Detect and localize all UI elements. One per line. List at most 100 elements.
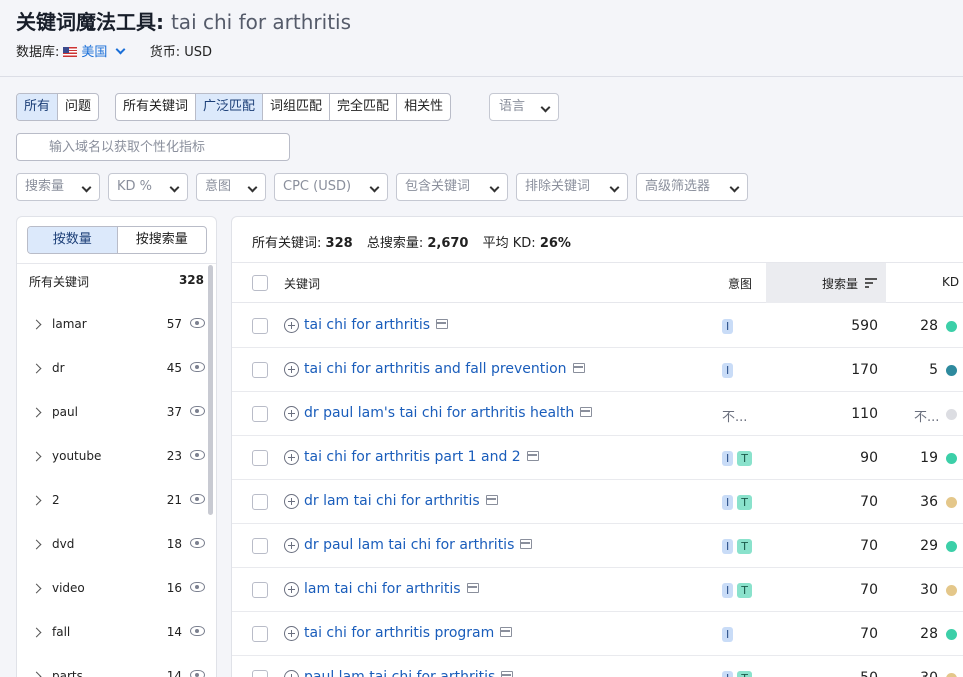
serp-features-icon[interactable] xyxy=(580,407,593,417)
intent-badge[interactable]: I xyxy=(722,671,734,677)
sort-desc-icon[interactable] xyxy=(865,278,877,288)
header-keyword[interactable]: 关键词 xyxy=(284,275,320,292)
domain-input[interactable] xyxy=(16,133,290,161)
keyword-link[interactable]: tai chi for arthritis xyxy=(304,317,449,333)
keyword-link[interactable]: paul lam tai chi for arthritis xyxy=(304,669,514,677)
filter-exclude-keywords[interactable]: 排除关键词 xyxy=(516,173,628,201)
filter-include-keywords[interactable]: 包含关键词 xyxy=(396,173,508,201)
add-to-list-icon[interactable] xyxy=(284,406,299,421)
chevron-right-icon[interactable] xyxy=(31,319,42,330)
keyword-text[interactable]: tai chi for arthritis part 1 and 2 xyxy=(304,449,521,465)
group-item-2[interactable]: 2 21 xyxy=(29,491,209,511)
group-item-dr[interactable]: dr 45 xyxy=(29,359,209,379)
keyword-link[interactable]: dr paul lam's tai chi for arthritis heal… xyxy=(304,405,593,421)
chevron-right-icon[interactable] xyxy=(31,363,42,374)
eye-icon[interactable] xyxy=(190,362,205,372)
eye-icon[interactable] xyxy=(190,318,205,328)
serp-features-icon[interactable] xyxy=(436,319,449,329)
eye-icon[interactable] xyxy=(190,406,205,416)
serp-features-icon[interactable] xyxy=(520,539,533,549)
intent-badge[interactable]: I xyxy=(722,319,734,334)
intent-badge[interactable]: I xyxy=(722,495,734,510)
keyword-text[interactable]: dr paul lam tai chi for arthritis xyxy=(304,537,514,553)
keyword-text[interactable]: tai chi for arthritis program xyxy=(304,625,494,641)
database-value[interactable]: 美国 xyxy=(81,45,107,60)
intent-badge[interactable]: T xyxy=(737,539,752,554)
eye-icon[interactable] xyxy=(190,670,205,677)
keyword-text[interactable]: tai chi for arthritis xyxy=(304,317,430,333)
chevron-right-icon[interactable] xyxy=(31,583,42,594)
serp-features-icon[interactable] xyxy=(485,495,498,505)
keyword-link[interactable]: tai chi for arthritis and fall preventio… xyxy=(304,361,585,377)
filter-kd[interactable]: KD % xyxy=(108,173,188,201)
eye-icon[interactable] xyxy=(190,450,205,460)
sidebar-scrollbar[interactable] xyxy=(208,265,213,515)
keyword-link[interactable]: lam tai chi for arthritis xyxy=(304,581,479,597)
add-to-list-icon[interactable] xyxy=(284,362,299,377)
add-to-list-icon[interactable] xyxy=(284,582,299,597)
keyword-text[interactable]: paul lam tai chi for arthritis xyxy=(304,669,495,677)
sort-by-count[interactable]: 按数量 xyxy=(28,227,118,253)
intent-badge[interactable]: T xyxy=(737,451,752,466)
keyword-text[interactable]: dr paul lam's tai chi for arthritis heal… xyxy=(304,405,574,421)
row-checkbox[interactable] xyxy=(252,450,268,466)
chevron-right-icon[interactable] xyxy=(31,671,42,677)
serp-features-icon[interactable] xyxy=(572,363,585,373)
sort-by-volume[interactable]: 按搜索量 xyxy=(118,227,207,253)
row-checkbox[interactable] xyxy=(252,406,268,422)
add-to-list-icon[interactable] xyxy=(284,494,299,509)
tab-phrase-match[interactable]: 词组匹配 xyxy=(263,94,331,120)
intent-badge[interactable]: T xyxy=(737,671,752,677)
eye-icon[interactable] xyxy=(190,538,205,548)
group-item-youtube[interactable]: youtube 23 xyxy=(29,447,209,467)
all-keywords-group[interactable]: 所有关键词 328 xyxy=(29,273,204,290)
intent-badge[interactable]: I xyxy=(722,539,734,554)
group-item-paul[interactable]: paul 37 xyxy=(29,403,209,423)
eye-icon[interactable] xyxy=(190,626,205,636)
row-checkbox[interactable] xyxy=(252,538,268,554)
chevron-right-icon[interactable] xyxy=(31,407,42,418)
database-selector[interactable]: 美国 xyxy=(81,44,125,60)
tab-related[interactable]: 相关性 xyxy=(397,94,450,120)
filter-cpc[interactable]: CPC (USD) xyxy=(274,173,388,201)
keyword-text[interactable]: dr lam tai chi for arthritis xyxy=(304,493,480,509)
filter-volume[interactable]: 搜索量 xyxy=(16,173,100,201)
keyword-text[interactable]: tai chi for arthritis and fall preventio… xyxy=(304,361,567,377)
select-all-checkbox[interactable] xyxy=(252,275,268,291)
group-item-dvd[interactable]: dvd 18 xyxy=(29,535,209,555)
row-checkbox[interactable] xyxy=(252,626,268,642)
group-item-lamar[interactable]: lamar 57 xyxy=(29,315,209,335)
eye-icon[interactable] xyxy=(190,494,205,504)
add-to-list-icon[interactable] xyxy=(284,450,299,465)
filter-intent[interactable]: 意图 xyxy=(196,173,266,201)
row-checkbox[interactable] xyxy=(252,494,268,510)
intent-badge[interactable]: I xyxy=(722,363,734,378)
group-item-video[interactable]: video 16 xyxy=(29,579,209,599)
chevron-right-icon[interactable] xyxy=(31,627,42,638)
chevron-right-icon[interactable] xyxy=(31,495,42,506)
tab-all-keywords[interactable]: 所有关键词 xyxy=(116,94,197,120)
add-to-list-icon[interactable] xyxy=(284,318,299,333)
keyword-text[interactable]: lam tai chi for arthritis xyxy=(304,581,461,597)
tab-all[interactable]: 所有 xyxy=(17,94,59,120)
add-to-list-icon[interactable] xyxy=(284,538,299,553)
language-select[interactable]: 语言 xyxy=(489,93,559,121)
intent-badge[interactable]: I xyxy=(722,583,734,598)
add-to-list-icon[interactable] xyxy=(284,670,299,677)
add-to-list-icon[interactable] xyxy=(284,626,299,641)
header-intent[interactable]: 意图 xyxy=(728,275,752,292)
serp-features-icon[interactable] xyxy=(466,583,479,593)
chevron-right-icon[interactable] xyxy=(31,539,42,550)
keyword-link[interactable]: dr paul lam tai chi for arthritis xyxy=(304,537,533,553)
group-item-fall[interactable]: fall 14 xyxy=(29,623,209,643)
keyword-link[interactable]: tai chi for arthritis part 1 and 2 xyxy=(304,449,539,465)
tab-exact-match[interactable]: 完全匹配 xyxy=(330,94,398,120)
serp-features-icon[interactable] xyxy=(501,671,514,677)
intent-badge[interactable]: T xyxy=(737,495,752,510)
keyword-link[interactable]: tai chi for arthritis program xyxy=(304,625,513,641)
intent-badge[interactable]: I xyxy=(722,451,734,466)
header-kd[interactable]: KD xyxy=(942,275,959,289)
eye-icon[interactable] xyxy=(190,582,205,592)
serp-features-icon[interactable] xyxy=(526,451,539,461)
row-checkbox[interactable] xyxy=(252,318,268,334)
